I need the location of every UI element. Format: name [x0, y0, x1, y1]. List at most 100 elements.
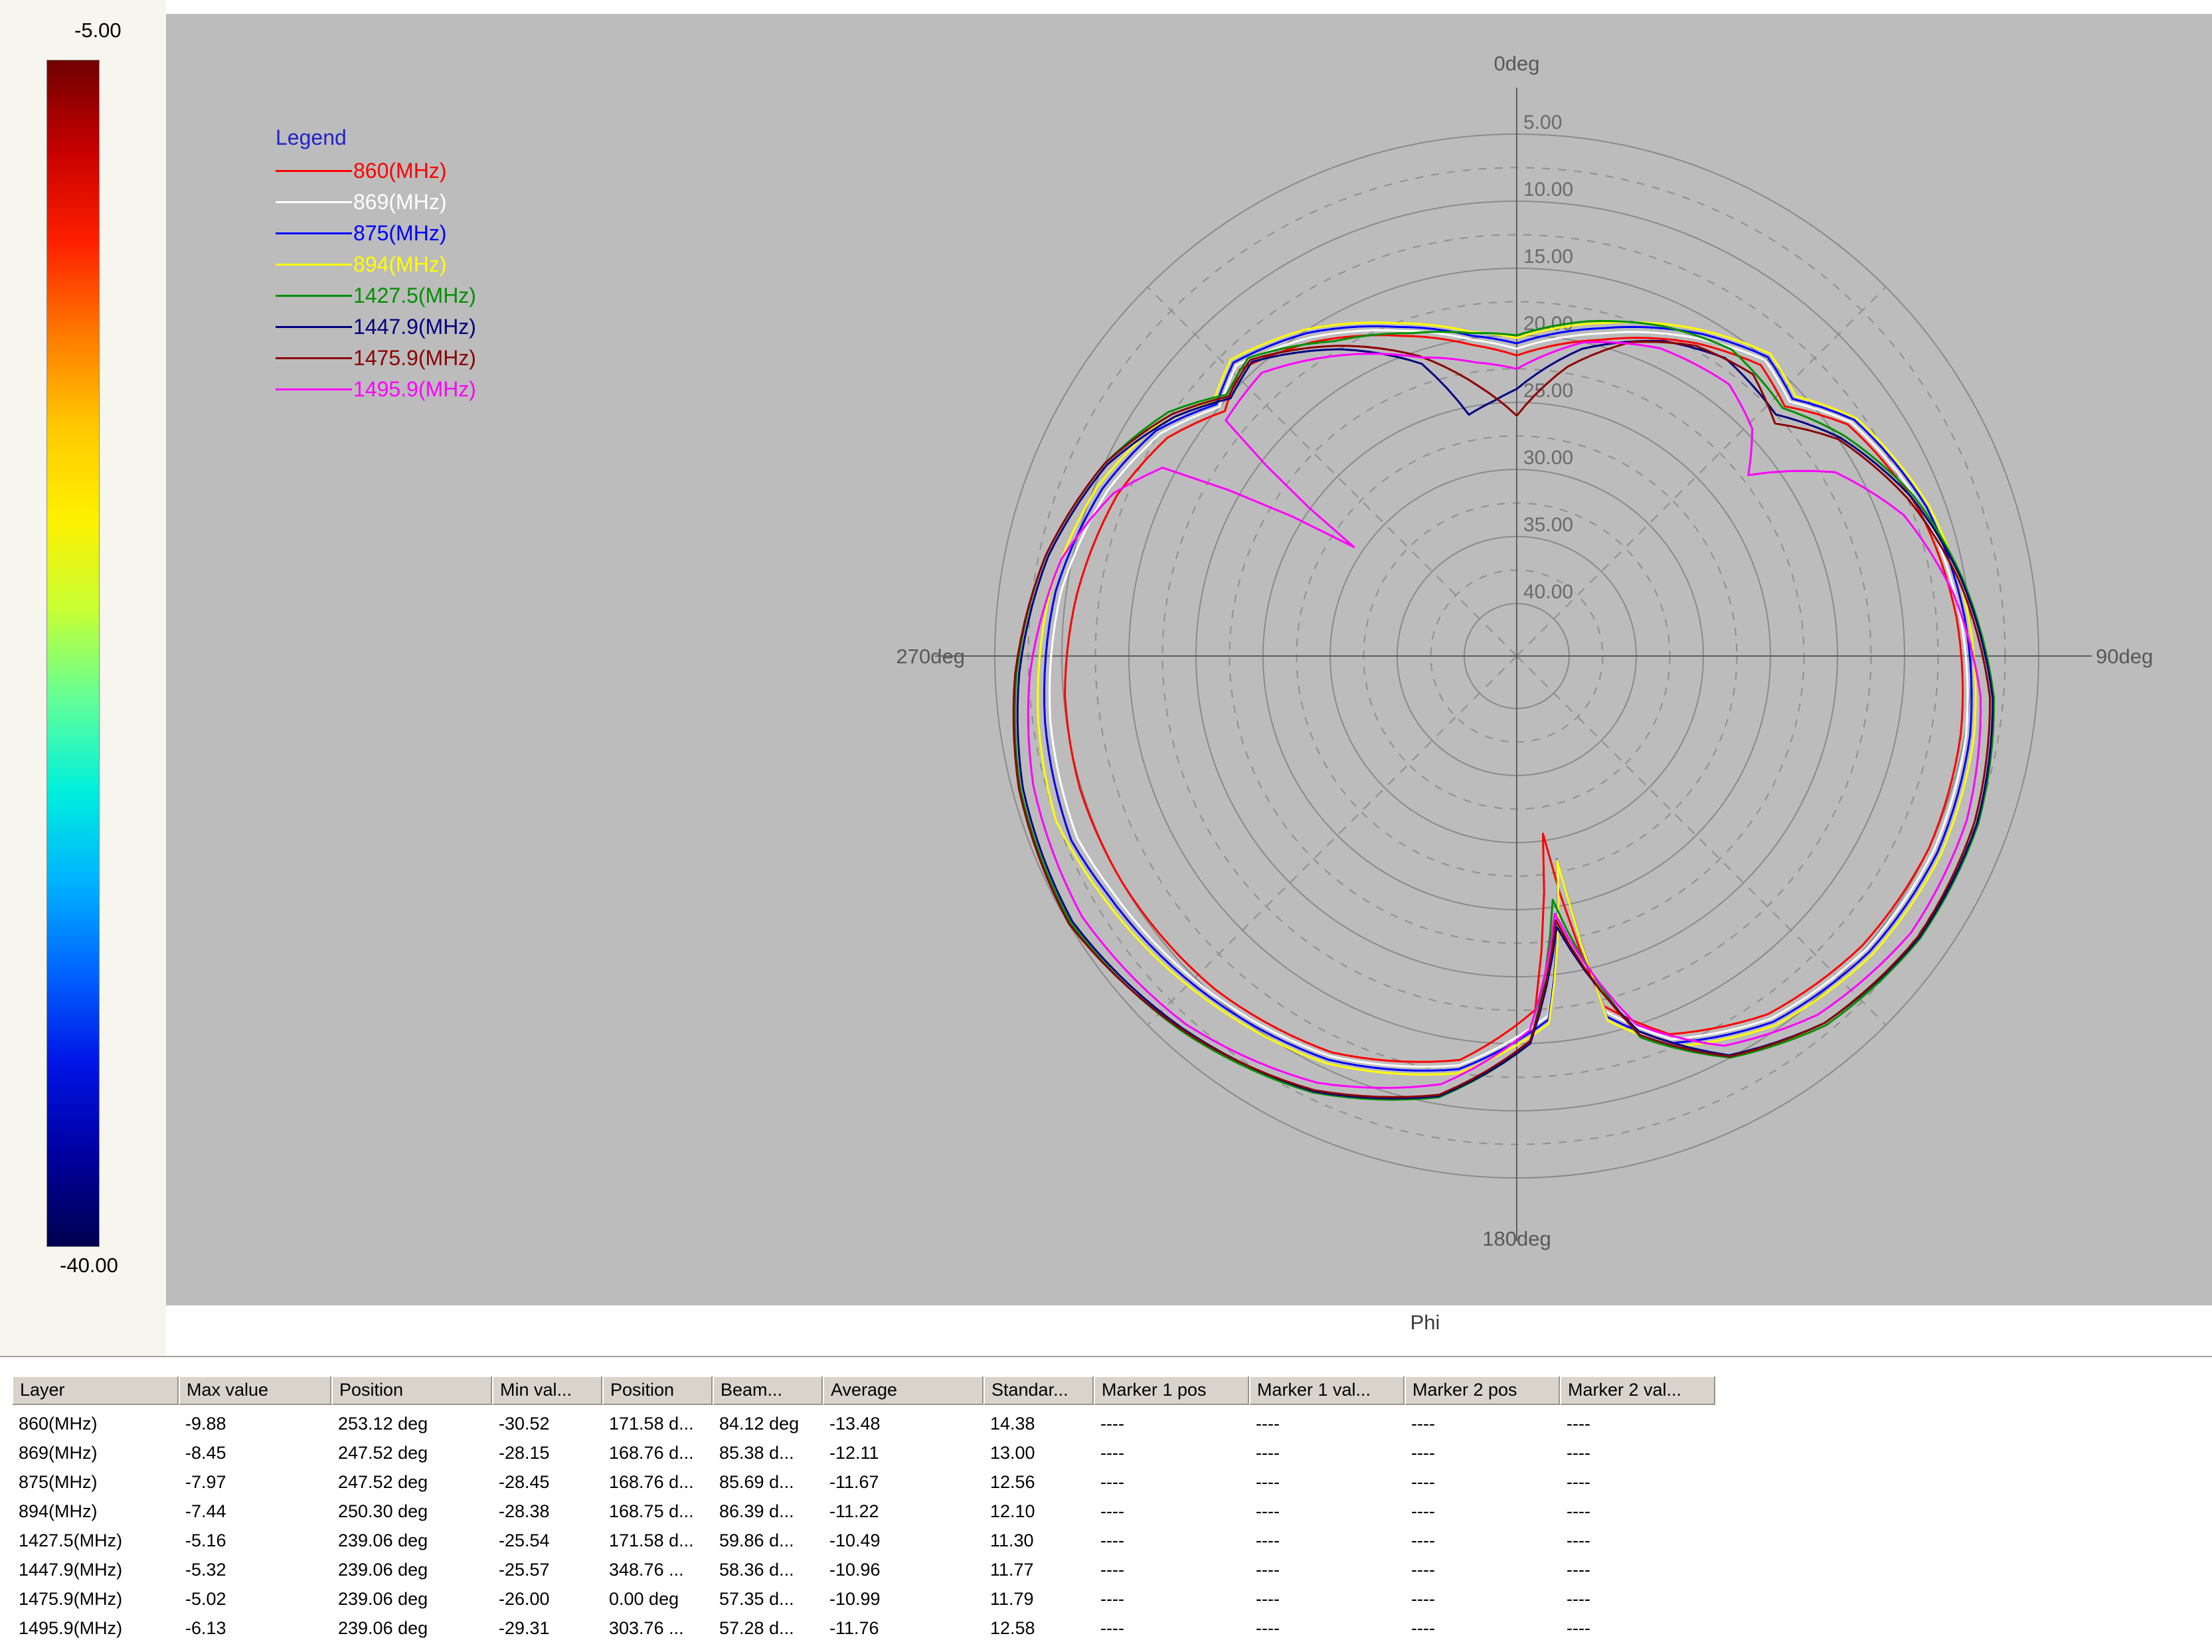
column-header-10[interactable]: Marker 2 pos	[1404, 1376, 1560, 1405]
table-cell: ----	[1404, 1589, 1560, 1610]
table-cell: ----	[1404, 1530, 1560, 1551]
results-table: 860(MHz)-9.88253.12 deg-30.52171.58 d...…	[12, 1409, 1715, 1643]
legend-item-label: 1495.9(MHz)	[353, 377, 476, 402]
table-cell: ----	[1094, 1589, 1249, 1610]
table-cell: 86.39 d...	[713, 1501, 823, 1522]
table-cell: 57.28 d...	[713, 1618, 823, 1639]
table-row[interactable]: 1427.5(MHz)-5.16239.06 deg-25.54171.58 d…	[12, 1526, 1715, 1555]
legend-line-swatch	[276, 326, 352, 328]
table-cell: 253.12 deg	[331, 1414, 492, 1434]
table-cell: 247.52 deg	[331, 1472, 492, 1493]
legend-line-swatch	[276, 295, 352, 297]
table-row[interactable]: 860(MHz)-9.88253.12 deg-30.52171.58 d...…	[12, 1409, 1715, 1438]
legend-item-label: 1427.5(MHz)	[353, 284, 476, 308]
table-cell: -30.52	[492, 1414, 602, 1434]
table-cell: ----	[1560, 1501, 1715, 1522]
table-cell: 239.06 deg	[331, 1618, 492, 1639]
table-cell: ----	[1249, 1530, 1404, 1551]
table-cell: -13.48	[823, 1414, 983, 1434]
table-cell: 0.00 deg	[602, 1589, 713, 1610]
table-cell: -7.97	[179, 1472, 331, 1493]
legend-items: 860(MHz)869(MHz)875(MHz)894(MHz)1427.5(M…	[276, 155, 476, 405]
column-header-4[interactable]: Position	[602, 1376, 713, 1405]
column-header-2[interactable]: Position	[331, 1376, 492, 1405]
legend-item: 869(MHz)	[276, 187, 476, 218]
legend-item-label: 1447.9(MHz)	[353, 315, 476, 339]
table-cell: -9.88	[179, 1414, 331, 1434]
table-cell: 11.30	[983, 1530, 1094, 1551]
separator	[0, 1356, 2212, 1359]
table-cell: ----	[1404, 1414, 1560, 1434]
legend-item: 1495.9(MHz)	[276, 374, 476, 405]
grid-radial-dashed	[1148, 656, 1517, 1025]
table-cell: 12.58	[983, 1618, 1094, 1639]
legend-item-label: 1475.9(MHz)	[353, 346, 476, 371]
table-cell: 14.38	[983, 1414, 1094, 1434]
angle-label: 180deg	[1482, 1227, 1551, 1250]
table-cell: -25.57	[492, 1560, 602, 1580]
table-cell: ----	[1094, 1414, 1249, 1434]
table-row[interactable]: 1475.9(MHz)-5.02239.06 deg-26.000.00 deg…	[12, 1584, 1715, 1613]
table-cell: ----	[1249, 1443, 1404, 1463]
table-cell: ----	[1404, 1618, 1560, 1639]
column-header-9[interactable]: Marker 1 val...	[1249, 1376, 1404, 1405]
table-cell: 171.58 d...	[602, 1414, 713, 1434]
table-cell: -26.00	[492, 1589, 602, 1610]
radial-tick-label: 15.00	[1523, 246, 1573, 268]
app: { "colorbar": { "top_label": "-5.00", "b…	[0, 0, 2212, 1652]
legend-item-label: 894(MHz)	[353, 252, 446, 277]
color-scale-max-label: -5.00	[74, 19, 122, 42]
legend-line-swatch	[276, 357, 352, 359]
table-cell: ----	[1404, 1472, 1560, 1493]
grid-radial-dashed	[1517, 656, 1886, 1025]
legend-item: 1475.9(MHz)	[276, 343, 476, 374]
table-row[interactable]: 894(MHz)-7.44250.30 deg-28.38168.75 d...…	[12, 1497, 1715, 1526]
legend-line-swatch	[276, 201, 352, 203]
column-header-11[interactable]: Marker 2 val...	[1560, 1376, 1715, 1405]
column-header-5[interactable]: Beam...	[713, 1376, 823, 1405]
table-cell: 168.76 d...	[602, 1443, 713, 1463]
table-cell: -25.54	[492, 1530, 602, 1551]
table-cell: 13.00	[983, 1443, 1094, 1463]
table-cell: -11.67	[823, 1472, 983, 1493]
table-cell: -28.45	[492, 1472, 602, 1493]
table-cell: ----	[1249, 1589, 1404, 1610]
table-cell: 894(MHz)	[12, 1501, 179, 1522]
table-row[interactable]: 875(MHz)-7.97247.52 deg-28.45168.76 d...…	[12, 1467, 1715, 1497]
table-cell: -28.38	[492, 1501, 602, 1522]
column-header-8[interactable]: Marker 1 pos	[1094, 1376, 1249, 1405]
column-header-6[interactable]: Average	[823, 1376, 983, 1405]
table-cell: 85.38 d...	[713, 1443, 823, 1463]
table-cell: 1495.9(MHz)	[12, 1618, 179, 1639]
table-cell: 59.86 d...	[713, 1530, 823, 1551]
table-cell: -10.49	[823, 1530, 983, 1551]
table-cell: ----	[1404, 1443, 1560, 1463]
radial-tick-label: 35.00	[1523, 514, 1573, 536]
table-cell: 11.77	[983, 1560, 1094, 1580]
color-scale	[46, 60, 100, 1247]
table-cell: ----	[1560, 1618, 1715, 1639]
table-row[interactable]: 1495.9(MHz)-6.13239.06 deg-29.31303.76 .…	[12, 1613, 1715, 1643]
table-cell: 11.79	[983, 1589, 1094, 1610]
table-row[interactable]: 1447.9(MHz)-5.32239.06 deg-25.57348.76 .…	[12, 1555, 1715, 1584]
column-header-1[interactable]: Max value	[179, 1376, 331, 1405]
column-header-7[interactable]: Standar...	[983, 1376, 1094, 1405]
table-cell: 869(MHz)	[12, 1443, 179, 1463]
chart-panel: 5.0010.0015.0020.0025.0030.0035.0040.000…	[166, 14, 2212, 1305]
angle-label: 90deg	[2096, 645, 2153, 668]
legend-item: 894(MHz)	[276, 249, 476, 280]
radial-tick-label: 30.00	[1523, 447, 1573, 469]
legend-line-swatch	[276, 232, 352, 234]
table-cell: 239.06 deg	[331, 1589, 492, 1610]
table-cell: 168.76 d...	[602, 1472, 713, 1493]
table-cell: ----	[1404, 1560, 1560, 1580]
table-cell: ----	[1249, 1472, 1404, 1493]
table-cell: -10.96	[823, 1560, 983, 1580]
column-header-3[interactable]: Min val...	[492, 1376, 602, 1405]
legend-item: 1427.5(MHz)	[276, 280, 476, 311]
table-cell: 303.76 ...	[602, 1618, 713, 1639]
table-row[interactable]: 869(MHz)-8.45247.52 deg-28.15168.76 d...…	[12, 1438, 1715, 1467]
series-trace-1427.5(MHz)	[1015, 321, 1994, 1100]
legend-item: 875(MHz)	[276, 218, 476, 249]
column-header-0[interactable]: Layer	[12, 1376, 179, 1405]
